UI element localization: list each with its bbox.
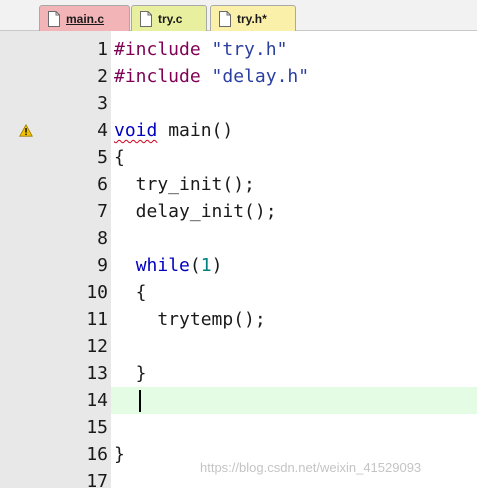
code-line[interactable]: 10 {	[0, 279, 477, 306]
code-line[interactable]: 14	[0, 387, 477, 414]
current-line-highlight	[111, 387, 477, 414]
line-number: 2	[97, 66, 108, 87]
header-file-icon	[219, 10, 231, 27]
line-number: 9	[97, 255, 108, 276]
code-token: "delay.h"	[211, 66, 310, 87]
code-text: }	[114, 441, 125, 468]
line-number: 3	[97, 93, 108, 114]
code-line[interactable]: 3	[0, 90, 477, 117]
line-number: 11	[86, 309, 108, 330]
code-line[interactable]: 1 #include "try.h"	[0, 36, 477, 63]
code-token: {	[114, 147, 125, 168]
tab-bar: main.c try.c try.h*	[0, 0, 477, 31]
code-line[interactable]: 5{	[0, 144, 477, 171]
tab-label: try.c	[158, 11, 183, 26]
code-token: (	[189, 255, 201, 276]
code-line[interactable]: 2 #include "delay.h"	[0, 63, 477, 90]
tab-label: try.h*	[237, 11, 267, 26]
c-file-icon	[48, 10, 60, 27]
code-token: #include	[114, 66, 212, 87]
code-line[interactable]: 12	[0, 333, 477, 360]
code-text: delay_init();	[114, 198, 277, 225]
code-line[interactable]: 4 void main()	[0, 117, 477, 144]
text-cursor	[139, 390, 141, 412]
code-token: void	[114, 120, 158, 141]
warning-icon[interactable]	[19, 123, 33, 137]
code-token: #include	[114, 39, 212, 60]
code-text: #include "delay.h"	[114, 63, 309, 90]
code-line[interactable]: 6 try_init();	[0, 171, 477, 198]
code-token: "try.h"	[211, 39, 288, 60]
line-number: 5	[97, 147, 108, 168]
line-number: 10	[86, 282, 108, 303]
code-line[interactable]: 9 while(1)	[0, 252, 477, 279]
line-number: 17	[86, 471, 108, 488]
watermark: https://blog.csdn.net/weixin_41529093	[200, 460, 422, 475]
line-number: 13	[86, 363, 108, 384]
code-line[interactable]: 11 trytemp();	[0, 306, 477, 333]
tab-try-h[interactable]: try.h*	[210, 5, 296, 31]
code-line[interactable]: 7 delay_init();	[0, 198, 477, 225]
code-token: main()	[157, 120, 234, 141]
line-number: 12	[86, 336, 108, 357]
code-token: while	[135, 255, 190, 276]
code-token: 1	[200, 255, 212, 276]
tab-try-c[interactable]: try.c	[131, 5, 207, 31]
code-editor[interactable]: 1 #include "try.h" 2 #include "delay.h" 3 4 vo…	[0, 31, 477, 488]
line-number: 6	[97, 174, 108, 195]
line-number: 4	[97, 120, 108, 141]
code-text: {	[114, 144, 125, 171]
code-text: while(1)	[114, 252, 223, 279]
code-token: }	[114, 363, 147, 384]
code-text: void main()	[114, 117, 233, 144]
code-token: {	[114, 282, 147, 303]
code-token: trytemp();	[114, 309, 266, 330]
code-text: try_init();	[114, 171, 255, 198]
line-number: 8	[97, 228, 108, 249]
line-number: 15	[86, 417, 108, 438]
code-text: trytemp();	[114, 306, 266, 333]
code-line[interactable]: 8	[0, 225, 477, 252]
line-number: 16	[86, 444, 108, 465]
code-token: }	[114, 444, 125, 465]
line-number: 14	[86, 390, 108, 411]
tab-label: main.c	[66, 11, 105, 26]
code-text: }	[114, 360, 147, 387]
line-number: 7	[97, 201, 108, 222]
code-line[interactable]: 15	[0, 414, 477, 441]
code-text: #include "try.h"	[114, 36, 287, 63]
code-token: try_init();	[114, 174, 255, 195]
code-token: delay_init();	[114, 201, 277, 222]
c-file-icon	[140, 10, 152, 27]
code-line[interactable]: 13 }	[0, 360, 477, 387]
tab-main-c[interactable]: main.c	[39, 5, 130, 31]
line-number: 1	[97, 39, 108, 60]
code-text: {	[114, 279, 147, 306]
code-token: )	[211, 255, 223, 276]
